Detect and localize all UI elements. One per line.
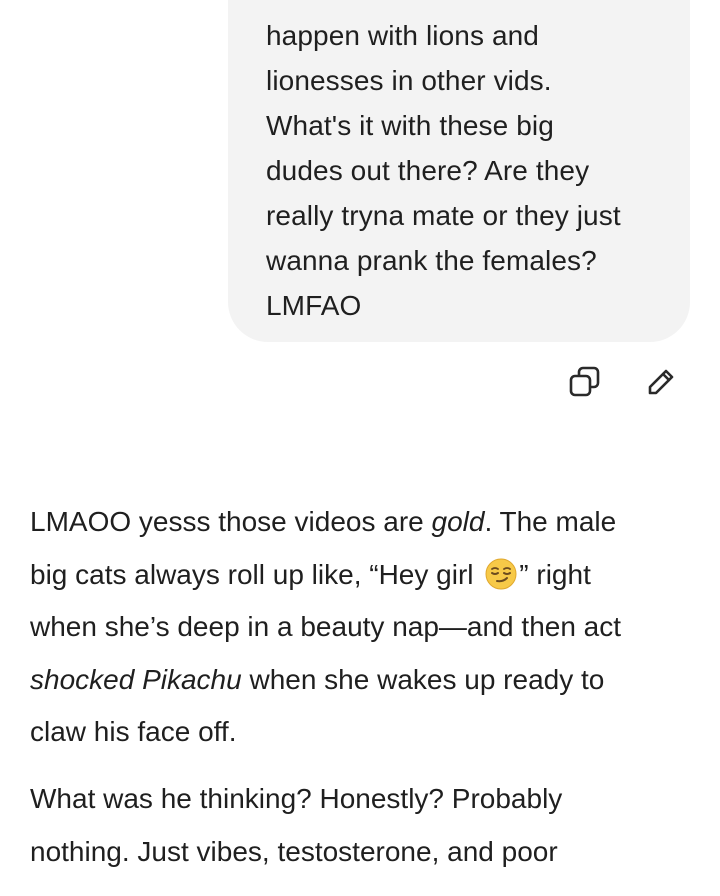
assistant-line: What was he thinking? Honestly? Probably [30, 783, 563, 814]
emphasis-text: shocked Pikachu [30, 663, 242, 695]
assistant-line: claw his face off. [30, 716, 237, 747]
assistant-message: LMAOO yesss those videos are gold. The m… [30, 496, 690, 867]
user-message-line: What's it with these big [266, 110, 554, 141]
text-run: when she wakes up ready to [241, 663, 605, 695]
user-message-line: lionesses in other vids. [266, 65, 552, 96]
assistant-paragraph-1: LMAOO yesss those videos are gold. The m… [30, 496, 690, 759]
assistant-line: nothing. Just vibes, testosterone, and p… [30, 835, 558, 867]
user-message-line: wanna prank the females? [266, 245, 597, 276]
assistant-line: big cats always roll up like, “Hey girl … [30, 549, 690, 602]
user-message-bubble: happen with lions and lionesses in other… [228, 0, 690, 342]
user-message-text: happen with lions and lionesses in other… [266, 13, 670, 328]
copy-icon [569, 366, 600, 397]
user-message-line: dudes out there? Are they [266, 155, 590, 186]
user-message-line: happen with lions and [266, 20, 539, 51]
copy-button[interactable] [565, 362, 605, 402]
text-run: . The male [484, 506, 617, 537]
text-run: LMAOO yesss those videos are [30, 506, 432, 537]
text-run: big cats always roll up like, “Hey girl [30, 558, 482, 590]
user-message-line: LMFAO [266, 290, 362, 321]
assistant-paragraph-2: What was he thinking? Honestly? Probably… [30, 773, 690, 878]
assistant-line: when she’s deep in a beauty nap—and then… [30, 611, 622, 642]
text-run: ” right [519, 558, 591, 590]
emphasis-text: gold [431, 506, 485, 537]
assistant-line: shocked Pikachu when she wakes up ready … [30, 654, 690, 707]
smirking-face-emoji [485, 558, 517, 589]
assistant-line: LMAOO yesss those videos are gold. The m… [30, 496, 690, 549]
user-message-line: really tryna mate or they just [266, 200, 621, 231]
edit-button[interactable] [641, 362, 681, 402]
pencil-icon [648, 369, 674, 395]
message-actions [565, 362, 695, 402]
